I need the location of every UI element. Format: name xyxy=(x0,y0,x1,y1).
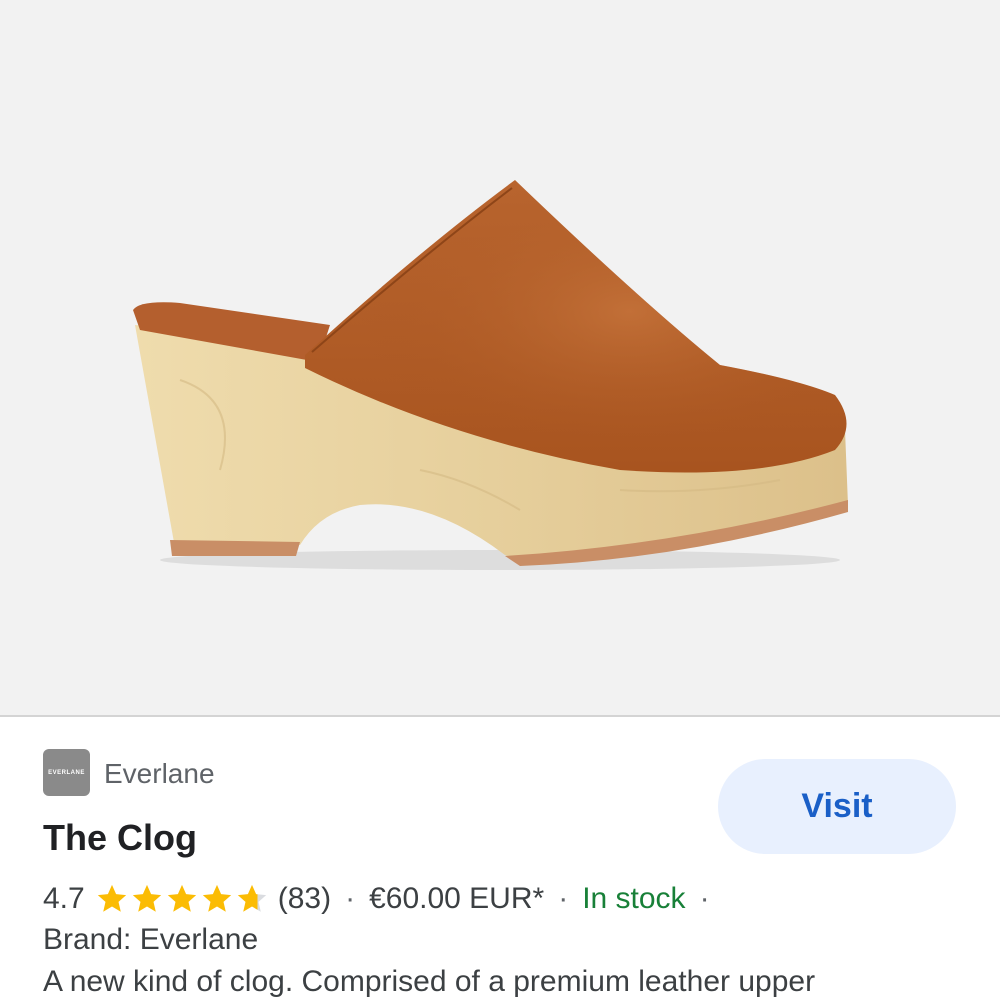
product-meta-row: 4.7 (83) · €60.00 EUR* · In stock · xyxy=(43,877,724,921)
review-count[interactable]: (83) xyxy=(278,882,331,916)
separator-dot: · xyxy=(699,882,710,915)
brand-line: Brand: Everlane xyxy=(43,923,259,956)
product-price: €60.00 EUR* xyxy=(369,882,545,915)
merchant-name[interactable]: Everlane xyxy=(104,758,215,790)
separator-dot: · xyxy=(345,882,356,915)
star-icon xyxy=(132,884,161,912)
clog-illustration xyxy=(133,180,848,570)
product-title[interactable]: The Clog xyxy=(43,817,197,859)
star-icon xyxy=(202,884,231,912)
star-icon xyxy=(97,884,126,912)
star-icon xyxy=(237,884,266,912)
star-icon xyxy=(167,884,196,912)
product-card: EVERLANE Everlane Visit The Clog 4.7 (83… xyxy=(0,717,1000,1000)
product-description: A new kind of clog. Comprised of a premi… xyxy=(43,965,816,998)
visit-button[interactable]: Visit xyxy=(718,759,956,854)
merchant-logo[interactable]: EVERLANE xyxy=(43,749,90,796)
availability-status: In stock xyxy=(582,882,686,915)
rating-value: 4.7 xyxy=(43,882,85,915)
product-image[interactable] xyxy=(0,0,1000,715)
merchant-logo-text: EVERLANE xyxy=(48,769,85,776)
rating-stars xyxy=(95,882,270,916)
separator-dot: · xyxy=(558,882,569,915)
